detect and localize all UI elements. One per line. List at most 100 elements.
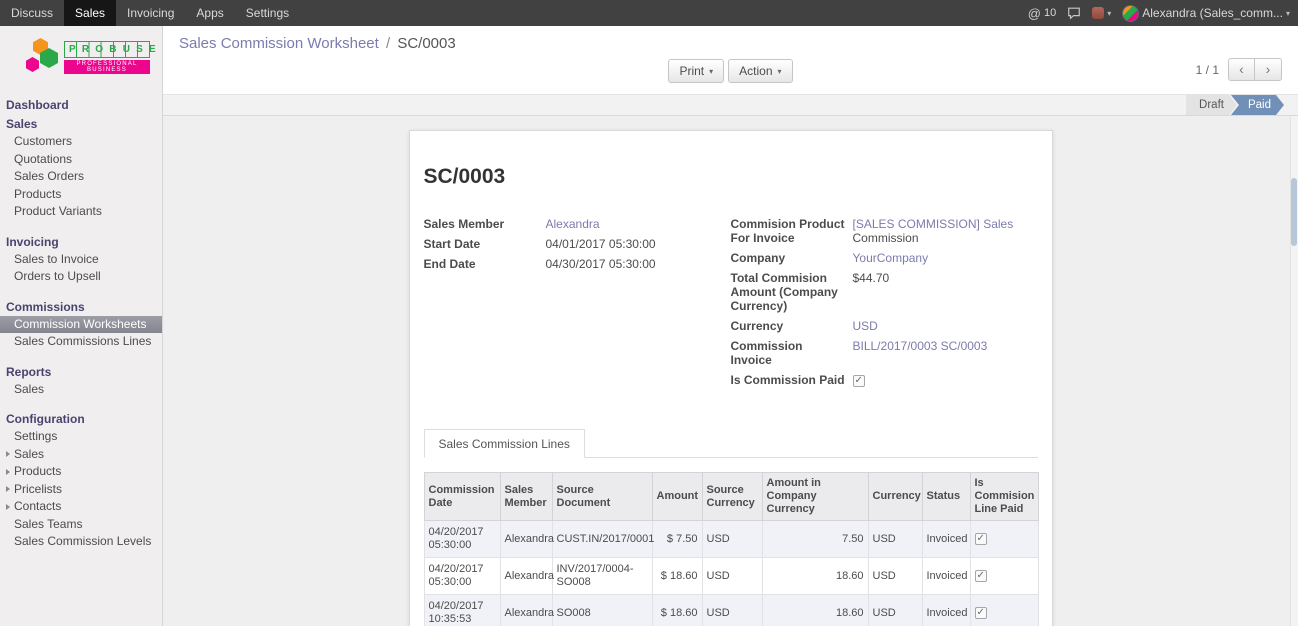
activities-button[interactable]: @ 10 — [1028, 6, 1056, 21]
status-bar: Draft Paid — [163, 95, 1298, 116]
caret-down-icon: ▾ — [1286, 9, 1290, 18]
logo-hexagons-icon — [26, 38, 58, 76]
caret-down-icon: ▾ — [709, 67, 713, 76]
chat-bubble-icon — [1067, 6, 1081, 20]
field-label-currency: Currency — [731, 319, 853, 333]
sidebar-item-sales-commission-levels[interactable]: Sales Commission Levels — [0, 533, 162, 551]
menu-invoicing[interactable]: Invoicing — [116, 0, 185, 26]
vertical-scrollbar[interactable] — [1290, 116, 1298, 626]
currency-value[interactable]: USD — [853, 319, 878, 333]
sidebar-item-config-sales[interactable]: Sales — [0, 446, 162, 464]
col-amount-company-currency[interactable]: Amount in Company Currency — [762, 473, 868, 521]
line-paid-checkbox[interactable] — [975, 533, 987, 545]
table-header-row: Commission Date Sales Member Source Docu… — [424, 473, 1038, 521]
sidebar-item-products[interactable]: Products — [0, 186, 162, 204]
sidebar-item-quotations[interactable]: Quotations — [0, 151, 162, 169]
logo-name: PROBUSE — [64, 41, 150, 58]
sidebar-section-dashboard[interactable]: Dashboard — [0, 96, 162, 114]
form-sheet: SC/0003 Sales Member Alexandra Start Dat… — [409, 130, 1053, 626]
col-source-currency[interactable]: Source Currency — [702, 473, 762, 521]
sidebar-item-config-contacts[interactable]: Contacts — [0, 498, 162, 516]
table-row[interactable]: 04/20/2017 05:30:00 Alexandra INV/2017/0… — [424, 558, 1038, 595]
company-logo[interactable]: PROBUSE PROFESSIONAL BUSINESS — [0, 26, 162, 84]
commission-invoice-value[interactable]: BILL/2017/0003 SC/0003 — [853, 339, 988, 353]
sidebar-item-product-variants[interactable]: Product Variants — [0, 203, 162, 221]
systray-icon — [1092, 7, 1104, 19]
notebook-tabs: Sales Commission Lines — [424, 429, 1038, 458]
field-label-company: Company — [731, 251, 853, 265]
tab-sales-commission-lines[interactable]: Sales Commission Lines — [424, 429, 585, 458]
top-navbar: Discuss Sales Invoicing Apps Settings @ … — [0, 0, 1298, 26]
systray-menu-button[interactable]: ▾ — [1092, 7, 1111, 19]
sidebar-item-sales-to-invoice[interactable]: Sales to Invoice — [0, 251, 162, 269]
breadcrumb-current: SC/0003 — [397, 35, 455, 52]
field-label-sales-member: Sales Member — [424, 217, 546, 231]
sales-member-value[interactable]: Alexandra — [546, 217, 600, 231]
sidebar-item-customers[interactable]: Customers — [0, 133, 162, 151]
scrollbar-thumb[interactable] — [1291, 178, 1297, 246]
company-value[interactable]: YourCompany — [853, 251, 929, 265]
field-label-commission-invoice: Commission Invoice — [731, 339, 853, 367]
messages-button[interactable] — [1067, 6, 1081, 20]
table-row[interactable]: 04/20/2017 10:35:53 Alexandra SO008 $ 18… — [424, 595, 1038, 626]
menu-sales[interactable]: Sales — [64, 0, 116, 26]
action-button[interactable]: Action ▾ — [728, 59, 792, 83]
commission-product-value-wrap: Commission — [853, 231, 1014, 245]
status-paid[interactable]: Paid — [1231, 95, 1284, 115]
menu-apps[interactable]: Apps — [185, 0, 234, 26]
menu-discuss[interactable]: Discuss — [0, 0, 64, 26]
col-source-document[interactable]: Source Document — [552, 473, 652, 521]
sidebar-item-sales-teams[interactable]: Sales Teams — [0, 516, 162, 534]
user-name: Alexandra (Sales_comm... — [1142, 6, 1283, 20]
secondary-menu-sidebar: PROBUSE PROFESSIONAL BUSINESS Dashboard … — [0, 26, 163, 626]
line-paid-checkbox[interactable] — [975, 570, 987, 582]
expand-arrow-icon — [6, 486, 10, 492]
activity-at-icon: @ — [1028, 6, 1041, 21]
expand-arrow-icon — [6, 451, 10, 457]
pager-next-button[interactable]: › — [1255, 58, 1282, 81]
sidebar-item-sales-orders[interactable]: Sales Orders — [0, 168, 162, 186]
field-label-is-commission-paid: Is Commission Paid — [731, 373, 853, 387]
col-commission-date[interactable]: Commission Date — [424, 473, 500, 521]
is-commission-paid-checkbox[interactable] — [853, 375, 865, 387]
commission-lines-table: Commission Date Sales Member Source Docu… — [424, 472, 1039, 626]
sidebar-item-orders-to-upsell[interactable]: Orders to Upsell — [0, 268, 162, 286]
start-date-value: 04/01/2017 05:30:00 — [546, 237, 656, 251]
breadcrumb-parent-link[interactable]: Sales Commission Worksheet — [179, 35, 379, 52]
field-label-commission-product: Commision Product For Invoice — [731, 217, 853, 245]
commission-product-value[interactable]: [SALES COMMISSION] Sales — [853, 217, 1014, 231]
control-panel: Sales Commission Worksheet / SC/0003 Pri… — [163, 26, 1298, 95]
menu-settings[interactable]: Settings — [235, 0, 300, 26]
activity-count: 10 — [1044, 7, 1056, 19]
sidebar-section-invoicing: Invoicing — [0, 233, 162, 251]
logo-tagline: PROFESSIONAL BUSINESS — [64, 60, 150, 74]
breadcrumb: Sales Commission Worksheet / SC/0003 — [179, 34, 1282, 53]
record-pager: 1 / 1 ‹ › — [1196, 58, 1282, 81]
sidebar-item-config-pricelists[interactable]: Pricelists — [0, 481, 162, 499]
line-paid-checkbox[interactable] — [975, 607, 987, 619]
sidebar-section-sales: Sales — [0, 115, 162, 133]
sidebar-item-config-products[interactable]: Products — [0, 463, 162, 481]
field-label-start-date: Start Date — [424, 237, 546, 251]
main-content: Sales Commission Worksheet / SC/0003 Pri… — [163, 26, 1298, 626]
user-avatar — [1122, 5, 1139, 22]
col-is-commission-line-paid[interactable]: Is Commision Line Paid — [970, 473, 1038, 521]
pager-previous-button[interactable]: ‹ — [1228, 58, 1255, 81]
sidebar-item-settings[interactable]: Settings — [0, 428, 162, 446]
col-status[interactable]: Status — [922, 473, 970, 521]
sidebar-item-commission-worksheets[interactable]: Commission Worksheets — [0, 316, 162, 334]
record-title: SC/0003 — [424, 165, 1038, 189]
col-currency[interactable]: Currency — [868, 473, 922, 521]
expand-arrow-icon — [6, 469, 10, 475]
caret-down-icon: ▾ — [1107, 9, 1111, 18]
form-view-scroll-area: SC/0003 Sales Member Alexandra Start Dat… — [163, 116, 1298, 626]
col-amount[interactable]: Amount — [652, 473, 702, 521]
sidebar-item-reports-sales[interactable]: Sales — [0, 381, 162, 399]
table-row[interactable]: 04/20/2017 05:30:00 Alexandra CUST.IN/20… — [424, 521, 1038, 558]
user-menu-button[interactable]: Alexandra (Sales_comm... ▾ — [1122, 5, 1290, 22]
field-label-end-date: End Date — [424, 257, 546, 271]
sidebar-item-sales-commissions-lines[interactable]: Sales Commissions Lines — [0, 333, 162, 351]
print-button[interactable]: Print ▾ — [668, 59, 724, 83]
status-draft[interactable]: Draft — [1186, 95, 1237, 115]
col-sales-member[interactable]: Sales Member — [500, 473, 552, 521]
